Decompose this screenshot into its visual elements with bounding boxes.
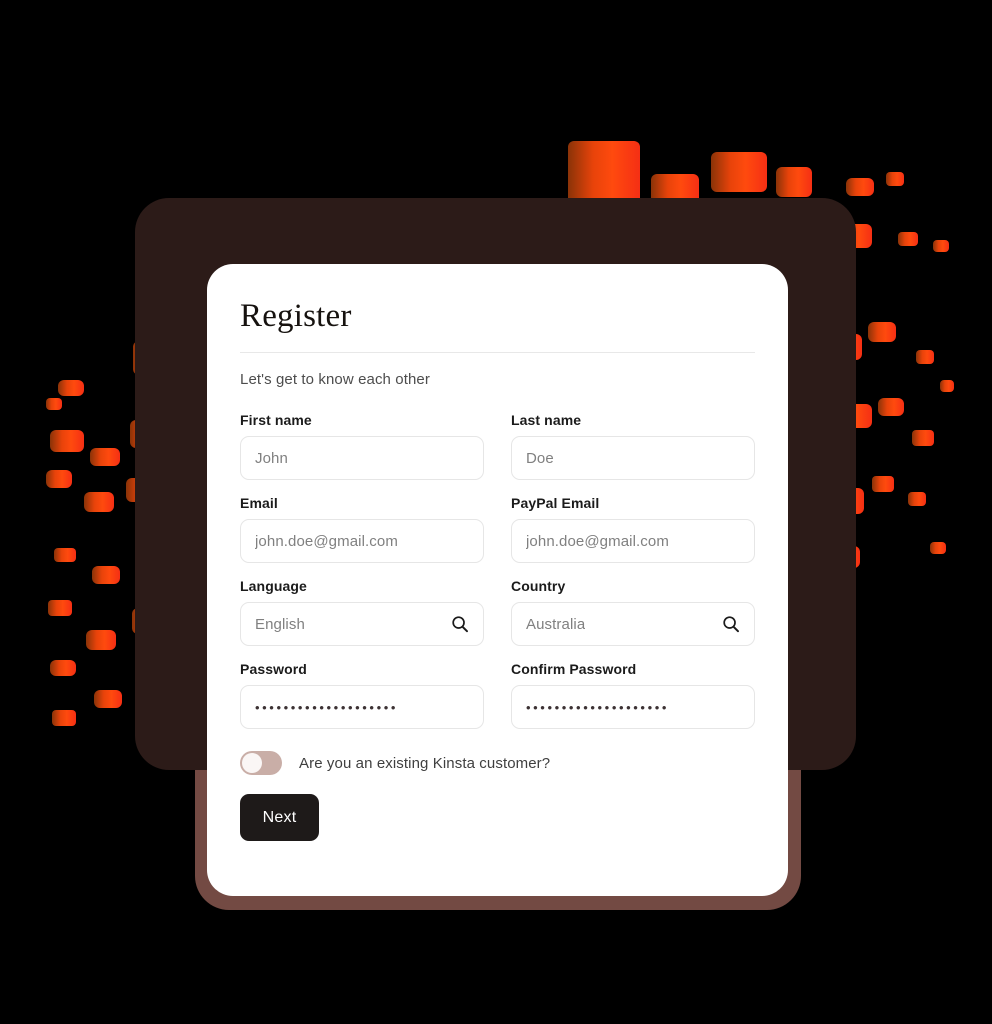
toggle-knob	[242, 753, 262, 774]
existing-customer-label: Are you an existing Kinsta customer?	[299, 754, 551, 772]
decor-block	[940, 380, 954, 392]
decor-block	[50, 430, 84, 452]
field-label: First name	[240, 412, 312, 429]
input-value: Australia	[526, 615, 586, 633]
search-icon[interactable]	[451, 615, 469, 633]
input-value: John	[255, 449, 288, 467]
form-field: Country Australia	[511, 578, 755, 647]
decor-block	[84, 492, 114, 512]
decor-block	[908, 492, 926, 506]
search-icon[interactable]	[722, 615, 740, 633]
input-first-name[interactable]: John	[240, 436, 484, 481]
input-email[interactable]: john.doe@gmail.com	[240, 519, 484, 564]
page-title: Register	[240, 298, 352, 334]
decor-block	[46, 470, 72, 488]
input-language[interactable]: English	[240, 602, 484, 647]
decor-block	[886, 172, 904, 186]
form-field: Password ••••••••••••••••••••	[240, 661, 484, 730]
decor-block	[878, 398, 904, 416]
decor-block	[94, 690, 122, 708]
form-field: Last name Doe	[511, 412, 755, 481]
input-value: john.doe@gmail.com	[526, 532, 669, 550]
existing-customer-toggle[interactable]	[240, 751, 282, 776]
decor-block	[776, 167, 812, 197]
existing-customer-row: Are you an existing Kinsta customer?	[240, 751, 755, 776]
next-button[interactable]: Next	[240, 794, 319, 842]
field-label: Email	[240, 495, 278, 512]
title-divider	[240, 352, 755, 354]
decor-block	[846, 178, 874, 196]
decor-block	[930, 542, 946, 554]
decor-block	[92, 566, 120, 584]
card-subtitle: Let's get to know each other	[240, 371, 430, 389]
decor-block	[52, 710, 76, 726]
form-field: Language English	[240, 578, 484, 647]
input-country[interactable]: Australia	[511, 602, 755, 647]
form-field: Confirm Password ••••••••••••••••••••	[511, 661, 755, 730]
form-field: PayPal Email john.doe@gmail.com	[511, 495, 755, 564]
register-card: Register Let's get to know each other Fi…	[207, 264, 788, 896]
input-password[interactable]: ••••••••••••••••••••	[240, 685, 484, 730]
field-label: Country	[511, 578, 566, 595]
input-value: john.doe@gmail.com	[255, 532, 398, 550]
input-value: ••••••••••••••••••••	[526, 699, 670, 715]
input-value: Doe	[526, 449, 554, 467]
decor-block	[46, 398, 62, 410]
decor-block	[898, 232, 918, 246]
decor-block	[912, 430, 934, 446]
decor-block	[90, 448, 120, 466]
input-value: ••••••••••••••••••••	[255, 699, 399, 715]
input-value: English	[255, 615, 305, 633]
decor-block	[58, 380, 84, 396]
form-field: Email john.doe@gmail.com	[240, 495, 484, 564]
decor-block	[933, 240, 949, 252]
decor-block	[872, 476, 894, 492]
decor-block	[54, 548, 76, 562]
input-paypal-email[interactable]: john.doe@gmail.com	[511, 519, 755, 564]
field-label: PayPal Email	[511, 495, 600, 512]
decor-block	[711, 152, 767, 192]
field-label: Confirm Password	[511, 661, 637, 678]
decor-block	[50, 660, 76, 676]
form-field: First name John	[240, 412, 484, 481]
screen-root: Register Let's get to know each other Fi…	[0, 0, 992, 1024]
decor-block	[916, 350, 934, 364]
field-label: Last name	[511, 412, 582, 429]
form-fields-grid: First name John Last name Doe Email john.doe@…	[240, 412, 755, 730]
input-last-name[interactable]: Doe	[511, 436, 755, 481]
decor-block	[86, 630, 116, 650]
decor-block	[48, 600, 72, 616]
field-label: Password	[240, 661, 307, 678]
field-label: Language	[240, 578, 307, 595]
input-confirm-password[interactable]: ••••••••••••••••••••	[511, 685, 755, 730]
decor-block	[868, 322, 896, 342]
